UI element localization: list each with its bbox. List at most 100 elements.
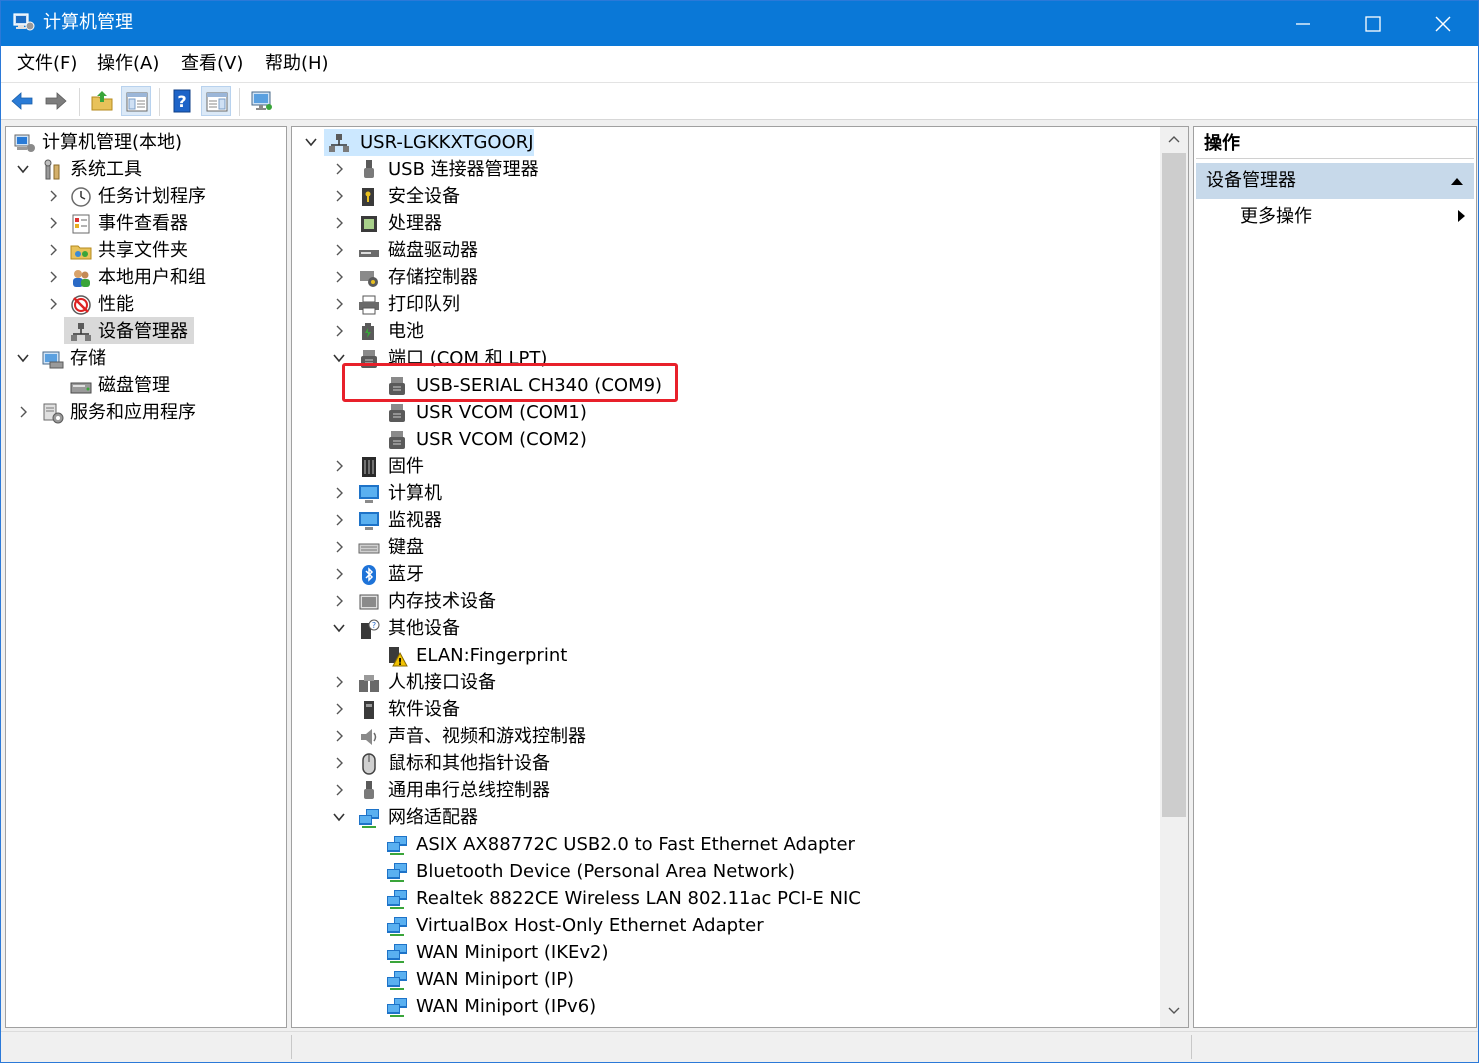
forward-button[interactable]: [41, 86, 71, 116]
submenu-arrow-icon[interactable]: [1456, 209, 1466, 223]
device-item-label: USR VCOM (COM2): [416, 429, 587, 450]
services-icon: [43, 403, 64, 424]
device-item-label: USR VCOM (COM1): [416, 402, 587, 423]
show-tree-button[interactable]: [121, 86, 151, 116]
menu-view[interactable]: 查看(V): [181, 52, 243, 76]
event-viewer-icon: [72, 214, 90, 234]
more-actions-item[interactable]: 更多操作: [1240, 205, 1312, 229]
device-item-label: 通用串行总线控制器: [388, 780, 550, 801]
computer-management-icon: [14, 134, 35, 152]
help-button[interactable]: ?: [167, 86, 197, 116]
chevron-right-icon[interactable]: [46, 243, 60, 257]
menu-help[interactable]: 帮助(H): [265, 52, 329, 76]
network-adapter-icon: [387, 836, 407, 855]
chevron-right-icon[interactable]: [46, 270, 60, 284]
scroll-down-icon[interactable]: [1166, 1005, 1182, 1017]
maximize-button[interactable]: [1338, 1, 1408, 46]
close-button[interactable]: [1408, 1, 1478, 46]
tree-item-label: 性能: [98, 294, 134, 315]
chevron-right-icon[interactable]: [332, 675, 346, 689]
device-item-label: WAN Miniport (IP): [416, 969, 575, 990]
tree-item-label: 服务和应用程序: [70, 402, 196, 423]
printer-icon: [359, 295, 379, 315]
chevron-right-icon[interactable]: [332, 567, 346, 581]
tree-item-label: 任务计划程序: [98, 186, 206, 207]
monitor-button[interactable]: [247, 86, 277, 116]
chevron-right-icon[interactable]: [332, 189, 346, 203]
chevron-right-icon[interactable]: [332, 243, 346, 257]
chevron-down-icon[interactable]: [16, 162, 30, 176]
up-folder-button[interactable]: [87, 86, 117, 116]
device-item-label: 其他设备: [388, 618, 460, 639]
tree-item-label: 系统工具: [70, 159, 142, 180]
chevron-right-icon[interactable]: [332, 459, 346, 473]
storage-controller-icon: [360, 271, 378, 287]
device-item-label: 存储控制器: [388, 267, 478, 288]
svg-text:!: !: [398, 657, 403, 667]
processor-icon: [361, 216, 377, 232]
chevron-right-icon[interactable]: [332, 702, 346, 716]
device-item-label: 声音、视频和游戏控制器: [388, 726, 586, 747]
chevron-down-icon[interactable]: [304, 135, 318, 149]
chevron-right-icon[interactable]: [332, 756, 346, 770]
chevron-right-icon[interactable]: [332, 162, 346, 176]
scrollbar-thumb[interactable]: [1162, 153, 1186, 817]
chevron-right-icon[interactable]: [46, 297, 60, 311]
device-item-label: WAN Miniport (IKEv2): [416, 942, 609, 963]
chevron-right-icon[interactable]: [332, 594, 346, 608]
keyboard-icon: [358, 543, 380, 554]
network-adapter-icon: [387, 971, 407, 990]
title-bar[interactable]: 计算机管理: [1, 1, 1478, 46]
svg-text:?: ?: [177, 92, 186, 111]
menu-action[interactable]: 操作(A): [97, 52, 159, 76]
device-item-label: 蓝牙: [388, 564, 424, 585]
device-item-label: 鼠标和其他指针设备: [388, 753, 550, 774]
close-icon: [1435, 16, 1451, 32]
tree-item-label: 事件查看器: [98, 213, 188, 234]
scroll-up-icon[interactable]: [1166, 133, 1182, 145]
chevron-right-icon[interactable]: [332, 513, 346, 527]
computer-root-icon: [329, 134, 349, 152]
vertical-scrollbar[interactable]: [1160, 127, 1188, 1027]
device-manager-icon: [71, 323, 91, 341]
device-tree-pane[interactable]: USR-LGKKXTGOORJ USB 连接器管理器 安全设备 处理器 磁盘驱动器 存储…: [291, 126, 1189, 1028]
chevron-down-icon[interactable]: [332, 810, 346, 824]
device-item-label: 内存技术设备: [388, 591, 496, 612]
network-adapter-icon: [387, 863, 407, 882]
up-folder-icon: [91, 91, 113, 111]
chevron-right-icon[interactable]: [332, 270, 346, 284]
chevron-right-icon[interactable]: [46, 189, 60, 203]
chevron-right-icon[interactable]: [332, 324, 346, 338]
chevron-right-icon[interactable]: [332, 540, 346, 554]
collapse-up-icon[interactable]: [1450, 176, 1464, 186]
menu-file[interactable]: 文件(F): [17, 52, 77, 76]
chevron-down-icon[interactable]: [16, 351, 30, 365]
toolbar: ?: [1, 82, 1478, 120]
chevron-down-icon[interactable]: [332, 621, 346, 635]
device-item-label: 监视器: [388, 510, 442, 531]
network-adapter-icon: [387, 890, 407, 909]
status-separator: [1191, 1035, 1192, 1059]
disk-drive-icon: [359, 250, 379, 257]
actions-group-device-manager[interactable]: 设备管理器: [1196, 163, 1474, 199]
chevron-right-icon[interactable]: [16, 405, 30, 419]
bluetooth-icon: [362, 565, 376, 585]
chevron-right-icon[interactable]: [332, 783, 346, 797]
actions-pane: 操作 设备管理器 更多操作: [1193, 126, 1477, 1028]
show-actions-button[interactable]: [201, 86, 231, 116]
menu-bar: 文件(F) 操作(A) 查看(V) 帮助(H): [1, 46, 1478, 82]
device-item-label: USB 连接器管理器: [388, 159, 539, 180]
navigation-tree-pane[interactable]: 计算机管理(本地) 系统工具 任务计划程序 事件查看器 共享文件夹 本地用户和组: [5, 126, 287, 1028]
window-title: 计算机管理: [43, 12, 133, 33]
computer-icon: [359, 485, 379, 503]
chevron-right-icon[interactable]: [332, 486, 346, 500]
chevron-right-icon[interactable]: [332, 216, 346, 230]
back-button[interactable]: [7, 86, 37, 116]
maximize-icon: [1365, 16, 1381, 32]
network-adapter-icon: [387, 944, 407, 963]
chevron-right-icon[interactable]: [332, 297, 346, 311]
chevron-right-icon[interactable]: [46, 216, 60, 230]
minimize-button[interactable]: [1268, 1, 1338, 46]
chevron-right-icon[interactable]: [332, 729, 346, 743]
device-item-label: VirtualBox Host-Only Ethernet Adapter: [416, 915, 764, 936]
